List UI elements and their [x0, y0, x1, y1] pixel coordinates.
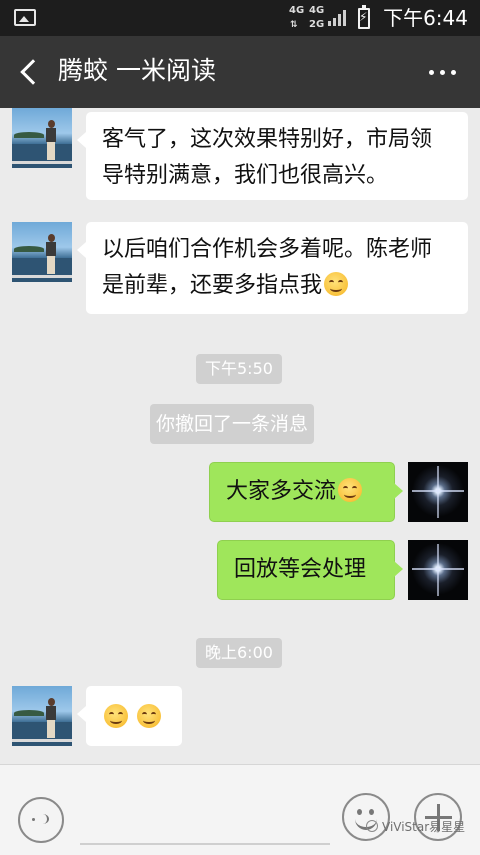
- smile-emoji-icon: [104, 704, 128, 728]
- timestamp: 下午5:50: [196, 354, 282, 384]
- recall-notice: 你撤回了一条消息: [150, 404, 315, 444]
- chat-messages[interactable]: 客气了，这次效果特别好，市局领 导特别满意，我们也很高兴。 以后咱们合作机会多着…: [0, 108, 480, 764]
- message-bubble[interactable]: 客气了，这次效果特别好，市局领 导特别满意，我们也很高兴。: [77, 112, 468, 200]
- smile-emoji-icon: [338, 478, 363, 502]
- watermark-icon: [366, 820, 378, 832]
- message-text: 是前辈，还要多指点我: [102, 273, 323, 298]
- message-text: 客气了，这次效果特别好，市局领: [102, 127, 433, 152]
- chat-title: 腾蛟 一米阅读: [58, 56, 216, 85]
- message-bubble-self[interactable]: 回放等会处理: [217, 540, 403, 600]
- watermark-text: ViViStar易星星: [382, 820, 466, 834]
- more-dots-icon[interactable]: [429, 60, 456, 84]
- self-avatar[interactable]: [408, 462, 468, 522]
- message-text: 导特别满意，我们也很高兴。: [102, 163, 389, 188]
- message-bubble-self[interactable]: 大家多交流: [209, 462, 403, 522]
- message-text: 以后咱们合作机会多着呢。陈老师: [102, 237, 433, 262]
- timestamp: 晚上6:00: [196, 638, 282, 668]
- signal-icon: [328, 8, 346, 26]
- network-2g-label: 2G: [309, 19, 325, 30]
- watermark: ViViStar易星星: [366, 819, 465, 835]
- smile-emoji-icon: [137, 704, 161, 728]
- smile-emoji-icon: [324, 272, 349, 296]
- contact-avatar[interactable]: [12, 108, 72, 168]
- status-time: 下午6:44: [383, 6, 468, 30]
- message-text: 回放等会处理: [234, 557, 367, 582]
- self-avatar[interactable]: [408, 540, 468, 600]
- back-arrow-icon[interactable]: [16, 58, 46, 88]
- message-text: 大家多交流: [226, 479, 337, 504]
- battery-charging-icon: [358, 5, 370, 29]
- image-icon: [14, 9, 36, 26]
- network-4g-label: 4G: [289, 5, 305, 16]
- message-bubble[interactable]: [77, 686, 182, 746]
- message-input[interactable]: [80, 843, 330, 845]
- message-bubble[interactable]: 以后咱们合作机会多着呢。陈老师 是前辈，还要多指点我: [77, 222, 468, 314]
- network-4g-label-2: 4G: [309, 5, 325, 16]
- input-bar: ViViStar易星星: [0, 764, 480, 855]
- chat-header: 腾蛟 一米阅读: [0, 36, 480, 108]
- data-arrows-icon: ⇅: [290, 20, 298, 30]
- contact-avatar[interactable]: [12, 222, 72, 282]
- contact-avatar[interactable]: [12, 686, 72, 746]
- voice-icon[interactable]: [18, 797, 64, 843]
- status-bar: 4G 4G 2G ⇅ 下午6:44: [0, 0, 480, 36]
